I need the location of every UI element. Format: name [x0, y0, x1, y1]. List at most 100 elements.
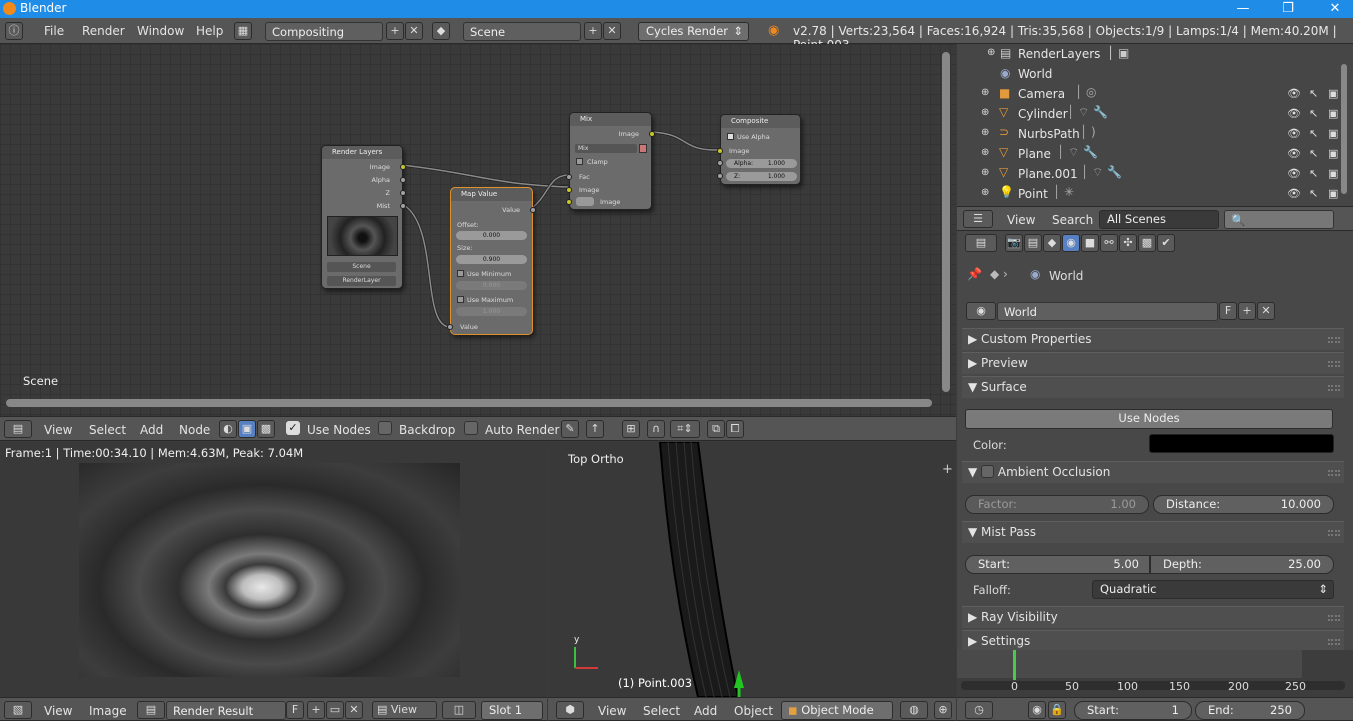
3d-editor-type-icon[interactable]: ⬢ [556, 701, 584, 719]
parent-tree-icon[interactable]: ↑ [586, 420, 604, 438]
world-browse-icon[interactable]: ◉ [966, 302, 996, 320]
backdrop-checkbox[interactable] [378, 421, 392, 435]
pin-icon[interactable]: ✎ [561, 420, 579, 438]
outliner-type-icon[interactable]: ☰ [963, 210, 993, 228]
composite-socket-alpha[interactable] [717, 160, 723, 166]
preview-panel[interactable]: ▶ Preview [962, 352, 1344, 374]
selectable-arrow-icon[interactable]: ↖ [1309, 127, 1318, 140]
scene-field[interactable]: Scene [463, 22, 581, 41]
scene-icon[interactable]: ◆ [432, 22, 450, 40]
expand-icon[interactable]: ⊕ [981, 167, 989, 178]
pin-icon[interactable]: 📌 [967, 267, 982, 281]
expand-icon[interactable]: ⊕ [981, 187, 989, 198]
pivot-icon[interactable]: ⊕ [934, 701, 952, 719]
maximize-button[interactable]: ❐ [1273, 0, 1303, 18]
falloff-dropdown[interactable]: Quadratic ⇕ [1092, 580, 1334, 599]
remove-scene-icon[interactable]: ✕ [603, 22, 621, 40]
viewport-add-region-icon[interactable]: + [942, 462, 953, 477]
render-engine-dropdown[interactable]: Cycles Render ⇕ [638, 22, 749, 41]
properties-editor[interactable]: ▤ 📷 ▤ ◆ ◉ ■ ⚯ ✣ ▩ ✔ 📌 ◆ › ◉ World ◉ Worl… [957, 231, 1353, 650]
node-menu-node[interactable]: Node [179, 423, 210, 437]
mist-pass-panel[interactable]: ▼ Mist Pass [962, 521, 1344, 543]
viewport-shading-icon[interactable]: ◍ [900, 701, 928, 719]
lock-icon[interactable]: 🔒 [1048, 701, 1066, 719]
remove-layout-icon[interactable]: ✕ [405, 22, 423, 40]
panel-grip-icon[interactable] [1328, 385, 1340, 391]
selectable-arrow-icon[interactable]: ↖ [1309, 187, 1318, 200]
visibility-eye-icon[interactable]: 👁 [1287, 127, 1301, 140]
keying-icon[interactable]: ◉ [1028, 701, 1046, 719]
custom-properties-panel[interactable]: ▶ Custom Properties [962, 328, 1344, 350]
mix-socket-image1[interactable] [566, 187, 572, 193]
paste-nodes-icon[interactable]: ⧠ [726, 420, 744, 438]
expand-icon[interactable]: ⊕ [981, 127, 989, 138]
fake-user-button[interactable]: F [286, 701, 304, 719]
menu-window[interactable]: Window [137, 24, 184, 38]
outliner-row-world[interactable]: ◉ World [957, 64, 1353, 84]
mix-node[interactable]: Mix Image Mix Clamp Fac Image Image [566, 112, 655, 210]
mix-mode-dropdown[interactable]: Mix [575, 144, 637, 153]
render-layers-tab-icon[interactable]: ▤ [1024, 234, 1042, 252]
ao-factor-slider[interactable]: Factor: 1.00 [965, 495, 1149, 514]
node-editor[interactable]: Render Layers Image Alpha Z Mist Scene R… [0, 44, 956, 416]
fake-user-button[interactable]: F [1219, 302, 1237, 320]
frame-start-field[interactable]: Start: 1 [1074, 701, 1192, 720]
editor-type-icon[interactable]: ▤ [4, 420, 32, 438]
mv-offset-field[interactable]: 0.000 [456, 231, 527, 240]
timeline-type-icon[interactable]: ◷ [965, 701, 993, 719]
ambient-occlusion-panel[interactable]: ▼ Ambient Occlusion [962, 461, 1344, 483]
3d-menu-object[interactable]: Object [734, 704, 773, 718]
slot-dropdown[interactable]: Slot 1 [481, 701, 543, 720]
image-menu-view[interactable]: View [44, 704, 72, 718]
use-nodes-checkbox[interactable]: ✓ [286, 421, 300, 435]
mist-depth-slider[interactable]: Depth: 25.00 [1150, 555, 1334, 574]
renderable-camera-icon[interactable]: ▣ [1328, 87, 1338, 100]
screen-layout-field[interactable]: Compositing [265, 22, 383, 41]
outliner-row-plane001[interactable]: ⊕ ▽ Plane.001 │ ⌔ 🔧 👁 ↖ ▣ [957, 164, 1353, 184]
layout-icon[interactable]: ▦ [234, 22, 252, 40]
visibility-eye-icon[interactable]: 👁 [1287, 147, 1301, 160]
renderable-camera-icon[interactable]: ▣ [1328, 147, 1338, 160]
physics-tab-icon[interactable]: ✔ [1157, 234, 1175, 252]
auto-render-checkbox[interactable] [464, 421, 478, 435]
display-channels-icon[interactable]: ◫ [442, 701, 476, 719]
mv-socket-value-in[interactable] [447, 324, 453, 330]
node-menu-select[interactable]: Select [89, 423, 126, 437]
surface-panel[interactable]: ▼ Surface [962, 376, 1344, 398]
mv-max-field[interactable]: 1.000 [456, 307, 527, 316]
mix-clamp-checkbox[interactable] [576, 158, 583, 165]
composite-z-field[interactable]: Z: 1.000 [726, 172, 797, 181]
new-image-icon[interactable]: + [307, 701, 325, 719]
settings-panel[interactable]: ▶ Settings [962, 630, 1344, 650]
timeline[interactable]: 0 50 100 150 200 250 [957, 650, 1353, 697]
rl-layer-field[interactable]: RenderLayer [327, 276, 396, 286]
visibility-eye-icon[interactable]: 👁 [1287, 167, 1301, 180]
visibility-eye-icon[interactable]: 👁 [1287, 87, 1301, 100]
compositing-nodes-icon[interactable]: ▣ [238, 420, 256, 438]
renderable-camera-icon[interactable]: ▣ [1328, 107, 1338, 120]
snap-element-icon[interactable]: ⌗⇕ [670, 420, 700, 438]
outliner-search-input[interactable]: 🔍 [1224, 210, 1334, 229]
visibility-eye-icon[interactable]: 👁 [1287, 107, 1301, 120]
panel-grip-icon[interactable] [1328, 470, 1340, 476]
outliner-row-cylinder[interactable]: ⊕ ▽ Cylinder │ ⌔ 🔧 👁 ↖ ▣ [957, 104, 1353, 124]
rl-socket-image[interactable] [400, 164, 406, 170]
outliner-menu-view[interactable]: View [1007, 213, 1035, 227]
mix-color-swatch[interactable] [576, 197, 594, 206]
outliner-menu-search[interactable]: Search [1052, 213, 1093, 227]
rl-socket-alpha[interactable] [400, 177, 406, 183]
mix-alpha-icon[interactable] [639, 144, 647, 153]
3d-viewport[interactable]: Top Ortho y (1) Point.003 + [548, 442, 956, 697]
world-tab-icon[interactable]: ◉ [1062, 234, 1080, 252]
use-alpha-checkbox[interactable] [727, 133, 734, 140]
object-tab-icon[interactable]: ■ [1081, 234, 1099, 252]
new-world-icon[interactable]: + [1238, 302, 1256, 320]
composite-node[interactable]: Composite Use Alpha Image Alpha: 1.000 Z:… [717, 114, 801, 185]
render-layers-node[interactable]: Render Layers Image Alpha Z Mist Scene R… [321, 145, 406, 289]
mv-use-min-checkbox[interactable] [457, 270, 464, 277]
node-menu-view[interactable]: View [44, 423, 72, 437]
rl-socket-z[interactable] [400, 190, 406, 196]
shader-nodes-icon[interactable]: ◐ [219, 420, 237, 438]
3d-menu-select[interactable]: Select [643, 704, 680, 718]
add-scene-icon[interactable]: + [584, 22, 602, 40]
